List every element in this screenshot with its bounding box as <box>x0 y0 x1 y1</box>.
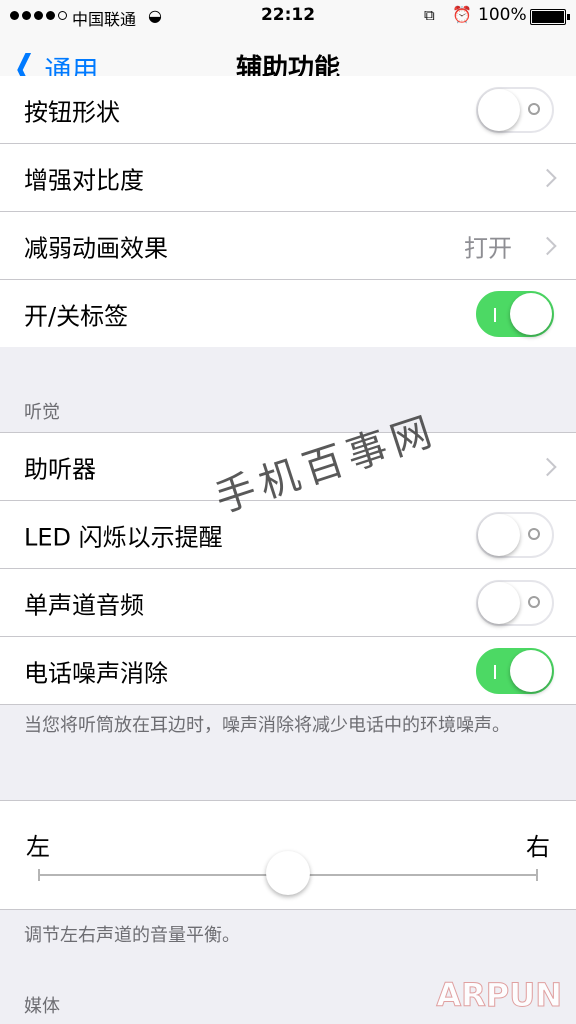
toggle-off-indicator-icon <box>528 527 540 540</box>
on-off-labels-toggle[interactable] <box>476 290 554 337</box>
cell-label: 助听器 <box>24 455 96 483</box>
section-header-hearing: 听觉 <box>24 402 60 423</box>
battery-percent: 100% <box>478 5 527 25</box>
cell-label: LED 闪烁以示提醒 <box>24 523 223 551</box>
toggle-off-indicator-icon <box>528 102 540 115</box>
chevron-right-icon <box>538 457 557 476</box>
slider-tick-left <box>38 869 40 881</box>
led-flash-toggle[interactable] <box>476 511 554 558</box>
cell-label: 增强对比度 <box>24 166 144 194</box>
chevron-right-icon <box>538 168 557 187</box>
button-shapes-toggle[interactable] <box>476 86 554 133</box>
toggle-on-indicator-icon <box>494 664 496 679</box>
cell-phone-noise-cancellation: 电话噪声消除 <box>0 637 576 704</box>
alarm-icon: ⏰ <box>452 5 472 24</box>
cell-label: 按钮形状 <box>24 98 120 126</box>
cell-label: 减弱动画效果 <box>24 234 168 262</box>
chevron-right-icon <box>538 236 557 255</box>
balance-left-label: 左 <box>26 833 50 861</box>
battery-icon <box>530 9 570 25</box>
brand-watermark: ARPUN <box>436 976 563 1015</box>
settings-group-top: 按钮形状 增强对比度 减弱动画效果 打开 开/关标签 <box>0 76 576 347</box>
balance-slider-thumb[interactable] <box>266 851 310 895</box>
noise-cancellation-footer: 当您将听筒放在耳边时，噪声消除将减少电话中的环境噪声。 <box>24 715 510 736</box>
cell-mono-audio: 单声道音频 <box>0 569 576 637</box>
balance-footer: 调节左右声道的音量平衡。 <box>24 925 240 946</box>
toggle-knob <box>510 292 552 335</box>
status-bar: 中国联通 ◒ 22:12 ⧉ ⏰ 100% <box>0 0 576 32</box>
cell-increase-contrast[interactable]: 增强对比度 <box>0 144 576 212</box>
cell-label: 电话噪声消除 <box>24 659 168 687</box>
cell-led-flash: LED 闪烁以示提醒 <box>0 501 576 569</box>
cell-button-shapes: 按钮形状 <box>0 76 576 144</box>
cell-value: 打开 <box>464 234 512 262</box>
balance-right-label: 右 <box>526 833 550 861</box>
toggle-knob <box>478 88 520 131</box>
cell-on-off-labels: 开/关标签 <box>0 280 576 347</box>
mono-audio-toggle[interactable] <box>476 579 554 626</box>
toggle-knob <box>510 649 552 692</box>
cell-label: 开/关标签 <box>24 302 129 330</box>
cell-reduce-motion[interactable]: 减弱动画效果 打开 <box>0 212 576 280</box>
toggle-on-indicator-icon <box>494 307 496 322</box>
toggle-knob <box>478 513 520 556</box>
cell-label: 单声道音频 <box>24 591 144 619</box>
slider-tick-right <box>536 869 538 881</box>
toggle-knob <box>478 581 520 624</box>
section-header-media: 媒体 <box>24 996 60 1017</box>
toggle-off-indicator-icon <box>528 595 540 608</box>
rotation-lock-icon: ⧉ <box>424 6 435 24</box>
noise-cancellation-toggle[interactable] <box>476 647 554 694</box>
